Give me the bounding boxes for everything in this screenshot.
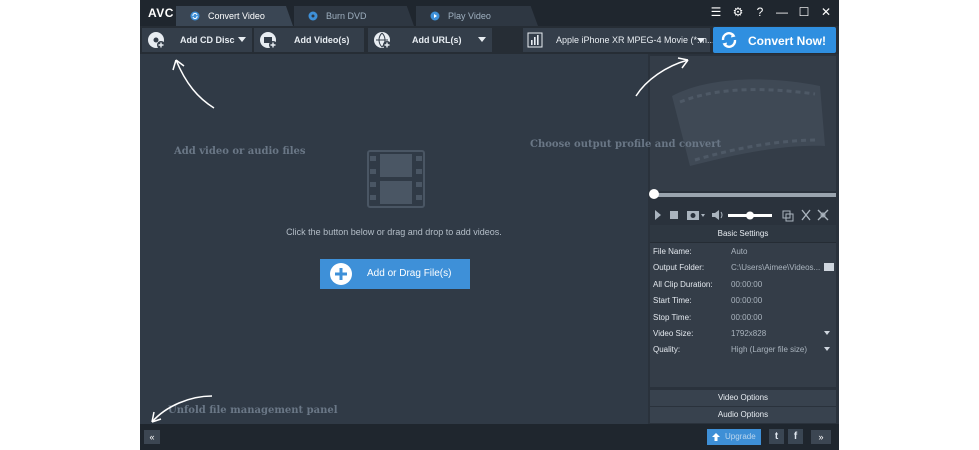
toolbar: Add CD Disc Add Video(s) Add URL(s) Appl… [140, 26, 839, 54]
video-size-select[interactable]: 1792x828 [731, 329, 766, 338]
chevron-down-icon[interactable] [238, 37, 246, 42]
convert-now-label: Convert Now! [748, 34, 826, 48]
add-url-label: Add URL(s) [412, 35, 462, 45]
volume-icon[interactable] [712, 210, 723, 220]
hint-choose-profile: Choose output profile and convert [530, 139, 722, 150]
basic-settings-title: Basic Settings [650, 225, 836, 243]
start-time-field[interactable]: 00:00:00 [731, 296, 762, 305]
setting-row-quality: Quality: High (Larger file size) [650, 341, 836, 357]
output-profile-select[interactable]: Apple iPhone XR MPEG-4 Movie (*.m... [523, 28, 715, 52]
stop-time-field[interactable]: 00:00:00 [731, 313, 762, 322]
setting-row-file-name: File Name: Auto [650, 243, 836, 259]
facebook-icon[interactable]: f [788, 429, 803, 444]
setting-key: Output Folder: [653, 263, 705, 273]
play-icon [430, 11, 440, 21]
add-url-icon [374, 32, 391, 49]
upgrade-button[interactable]: Upgrade [707, 429, 761, 445]
title-bar: AVC Convert Video Burn DVD Play Video ☰ … [140, 0, 839, 26]
setting-key: All Clip Duration: [653, 279, 713, 289]
volume-slider[interactable] [728, 211, 772, 220]
copy-icon[interactable] [782, 210, 794, 222]
tab-play-video-label: Play Video [448, 11, 491, 21]
setting-key: Video Size: [653, 328, 694, 338]
menu-icon[interactable]: ☰ [709, 5, 723, 19]
setting-row-output-folder: Output Folder: C:\Users\Aimee\Videos... [650, 259, 836, 275]
minimize-button[interactable]: — [775, 5, 789, 19]
setting-row-start-time: Start Time: 00:00:00 [650, 292, 836, 308]
add-video-button[interactable]: Add Video(s) [254, 28, 364, 52]
add-or-drag-files-label: Add or Drag File(s) [367, 268, 452, 279]
add-video-label: Add Video(s) [294, 35, 350, 45]
clip-duration-value: 00:00:00 [731, 279, 763, 289]
add-cd-button[interactable]: Add CD Disc [142, 28, 252, 52]
app-window: AVC Convert Video Burn DVD Play Video ☰ … [140, 0, 839, 450]
setting-row-stop-time: Stop Time: 00:00:00 [650, 309, 836, 325]
file-name-field[interactable]: Auto [731, 247, 747, 256]
window-controls: ☰ ⚙ ? — ☐ ✕ [709, 5, 833, 19]
disc-icon [308, 11, 318, 21]
right-panel: Basic Settings File Name: Auto Output Fo… [648, 54, 839, 424]
drop-instruction: Click the button below or drag and drop … [286, 227, 502, 237]
collapse-panel-button[interactable]: « [144, 430, 160, 444]
gear-icon[interactable]: ⚙ [731, 5, 745, 19]
folder-icon[interactable] [824, 263, 834, 272]
tab-burn-dvd[interactable]: Burn DVD [294, 6, 414, 26]
close-button[interactable]: ✕ [819, 5, 833, 19]
arrow-annotation-profile [635, 57, 689, 97]
seek-bar[interactable] [652, 193, 836, 197]
setting-key: Stop Time: [653, 312, 692, 322]
tab-play-video[interactable]: Play Video [416, 6, 538, 26]
basic-settings-panel: Basic Settings File Name: Auto Output Fo… [650, 225, 836, 387]
tab-burn-dvd-label: Burn DVD [326, 11, 367, 21]
add-cd-icon [148, 32, 165, 49]
tab-convert-video-label: Convert Video [208, 11, 265, 21]
profile-icon [527, 32, 543, 48]
audio-options-button[interactable]: Audio Options [650, 407, 836, 423]
expand-panel-button[interactable]: » [811, 430, 831, 444]
upgrade-label: Upgrade [725, 432, 756, 441]
chevron-down-icon[interactable] [824, 330, 830, 335]
arrow-annotation-add [172, 59, 215, 109]
scissors-icon[interactable] [801, 209, 811, 221]
setting-row-video-size: Video Size: 1792x828 [650, 325, 836, 341]
help-icon[interactable]: ? [753, 5, 767, 19]
add-video-icon [260, 32, 277, 49]
chevron-down-icon[interactable] [478, 37, 486, 42]
output-profile-value: Apple iPhone XR MPEG-4 Movie (*.m... [556, 35, 715, 45]
stop-icon[interactable] [670, 211, 678, 219]
setting-key: File Name: [653, 247, 692, 256]
status-bar: « Upgrade t f » [140, 424, 839, 450]
refresh-icon [721, 32, 737, 48]
tab-convert-video[interactable]: Convert Video [176, 6, 293, 26]
add-or-drag-files-button[interactable]: Add or Drag File(s) [320, 259, 470, 289]
seek-handle[interactable] [649, 189, 659, 199]
convert-icon [190, 11, 200, 21]
chevron-down-icon[interactable] [824, 347, 830, 352]
effects-icon[interactable] [817, 209, 829, 221]
plus-circle-icon [330, 263, 352, 285]
arrow-annotation-unfold [151, 395, 213, 423]
setting-key: Start Time: [653, 296, 692, 306]
add-url-button[interactable]: Add URL(s) [368, 28, 492, 52]
add-cd-label: Add CD Disc [180, 35, 235, 45]
film-icon [367, 150, 425, 208]
hint-add-files: Add video or audio files [174, 146, 306, 157]
output-folder-field[interactable]: C:\Users\Aimee\Videos... [731, 263, 820, 272]
playback-controls [655, 209, 829, 222]
maximize-button[interactable]: ☐ [797, 5, 811, 19]
play-icon[interactable] [655, 210, 661, 220]
setting-row-clip-duration: All Clip Duration: 00:00:00 [650, 276, 836, 292]
setting-key: Quality: [653, 345, 681, 355]
convert-now-button[interactable]: Convert Now! [713, 27, 836, 53]
twitter-icon[interactable]: t [769, 429, 784, 444]
app-logo: AVC [148, 6, 174, 20]
video-options-button[interactable]: Video Options [650, 390, 836, 406]
quality-select[interactable]: High (Larger file size) [731, 345, 807, 354]
chevron-down-icon[interactable] [697, 38, 705, 43]
snapshot-icon[interactable] [687, 211, 705, 220]
upgrade-icon [712, 433, 720, 441]
